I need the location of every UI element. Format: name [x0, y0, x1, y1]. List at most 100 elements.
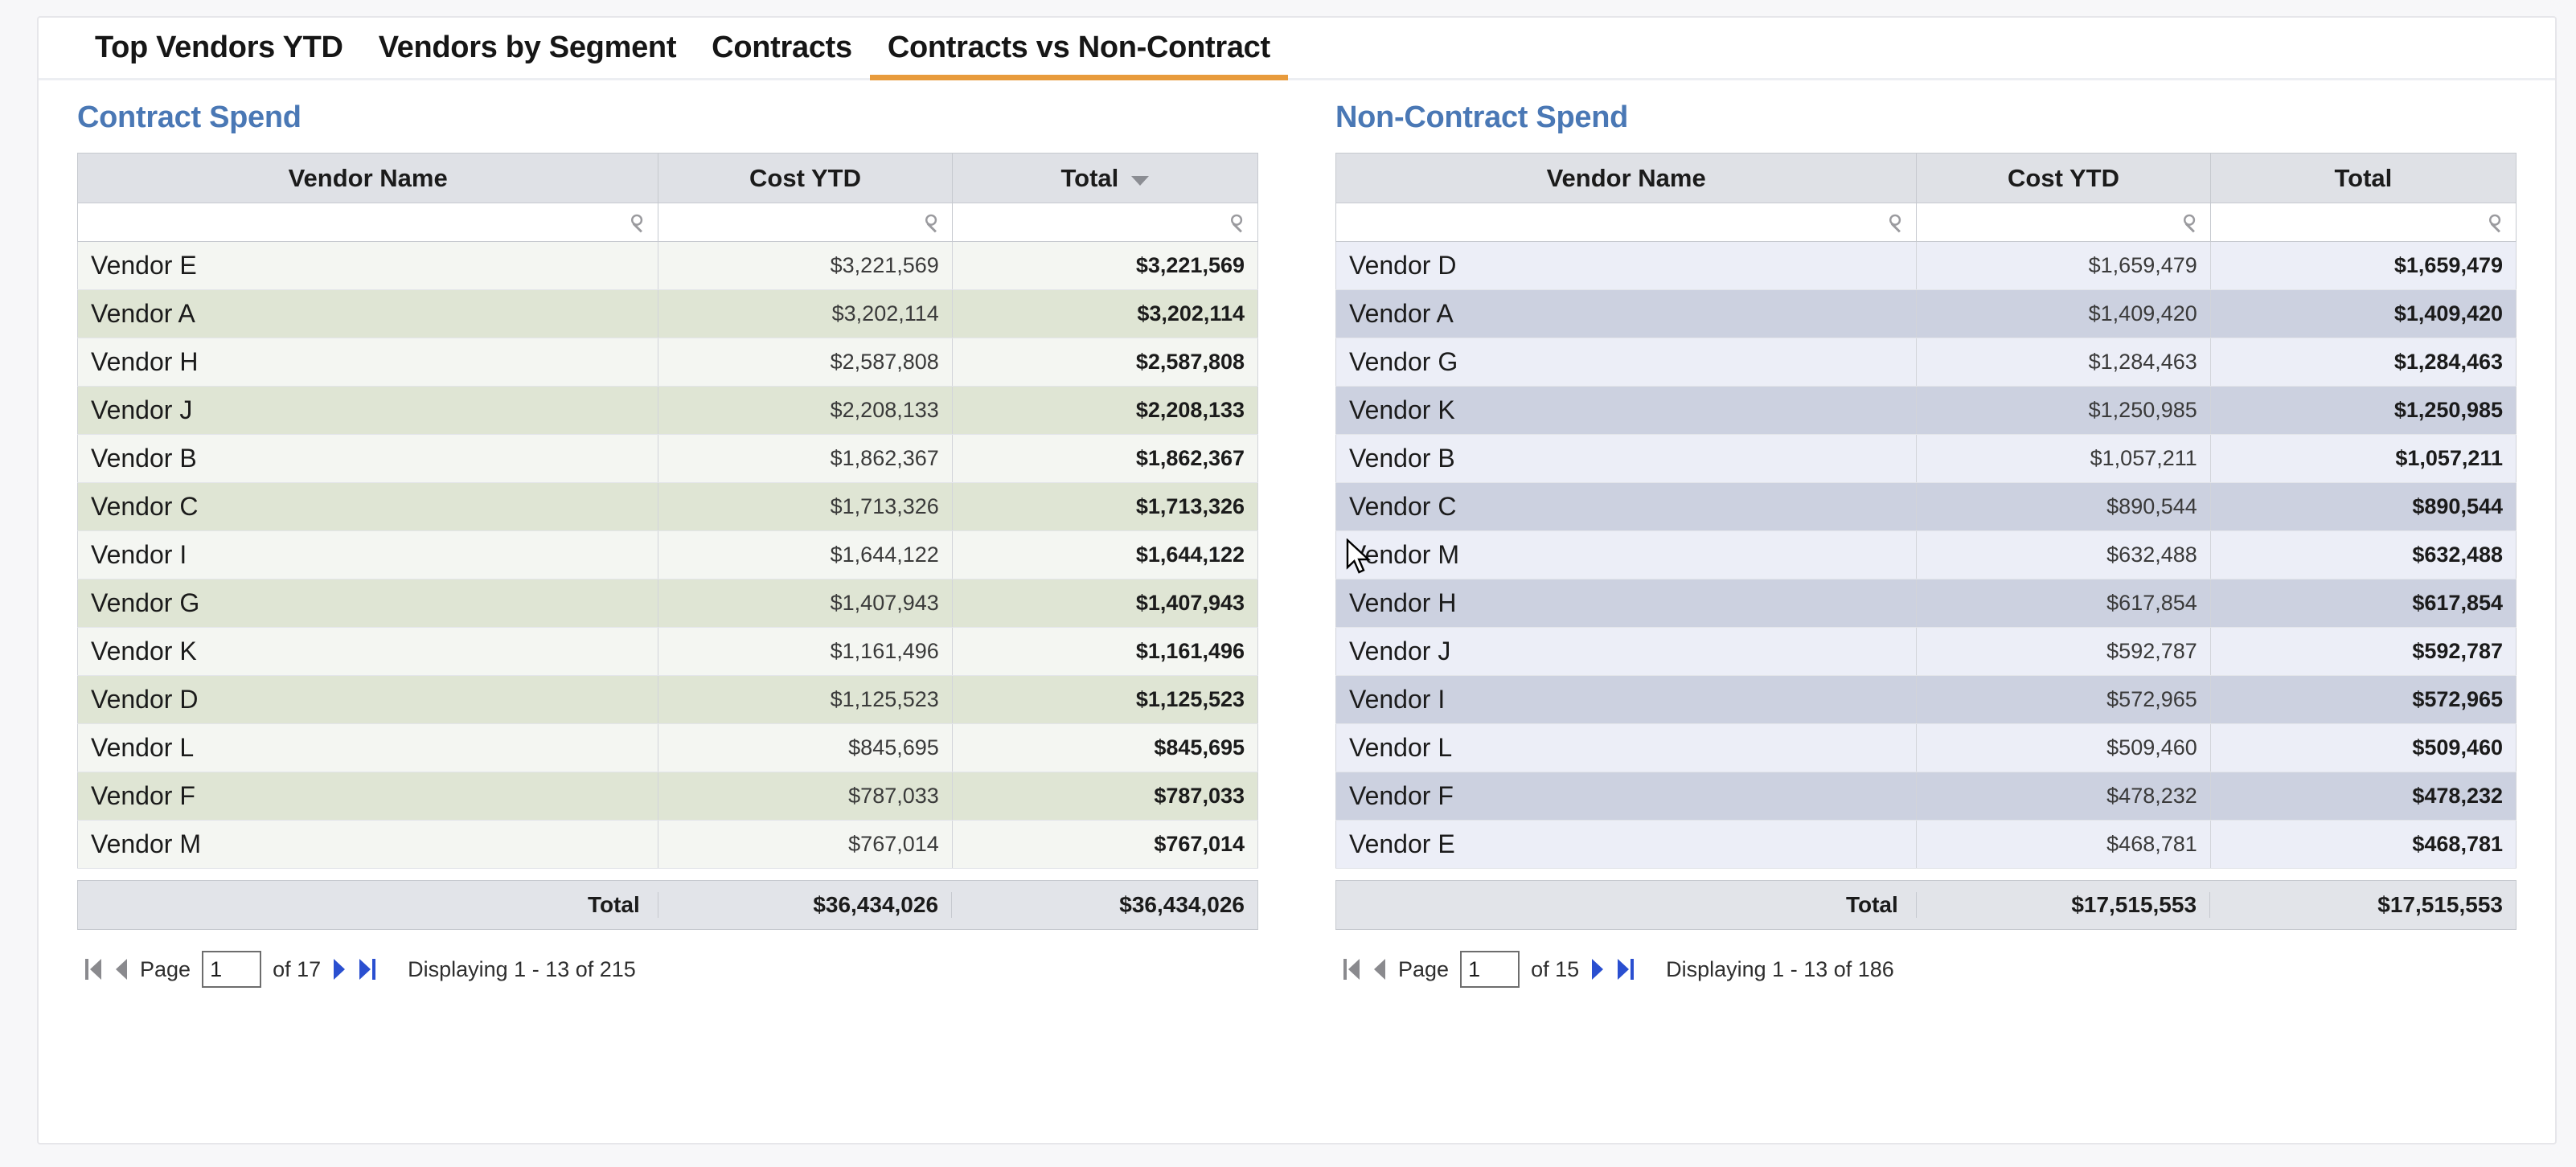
table-row[interactable]: Vendor M $767,014 $767,014 [76, 820, 1259, 869]
pager-page-label: Page [140, 956, 191, 981]
table-row[interactable]: Vendor K $1,250,985 $1,250,985 [1335, 386, 2517, 435]
cell-cost-ytd: $1,407,943 [658, 579, 953, 628]
table-row[interactable]: Vendor H $2,587,808 $2,587,808 [76, 338, 1259, 387]
table-row[interactable]: Vendor J $592,787 $592,787 [1335, 627, 2517, 676]
cell-vendor-name: Vendor F [76, 772, 659, 821]
column-header-cost[interactable]: Cost YTD [658, 153, 953, 203]
table-row[interactable]: Vendor L $509,460 $509,460 [1335, 723, 2517, 772]
pager-prev-button[interactable] [1372, 957, 1387, 981]
table-row[interactable]: Vendor J $2,208,133 $2,208,133 [76, 386, 1259, 435]
search-icon [1231, 214, 1243, 233]
pager-next-button[interactable] [332, 957, 347, 981]
pager-last-button[interactable] [1616, 957, 1635, 981]
cell-total: $3,221,569 [951, 241, 1259, 290]
table-row[interactable]: Vendor E $3,221,569 $3,221,569 [76, 241, 1259, 290]
filter-cell-cost[interactable] [658, 203, 953, 242]
filter-cell-cost[interactable] [1916, 203, 2211, 242]
cell-total: $2,208,133 [951, 386, 1259, 435]
cell-vendor-name: Vendor G [76, 579, 659, 628]
table-row[interactable]: Vendor G $1,407,943 $1,407,943 [76, 579, 1259, 628]
tab-contracts[interactable]: Contracts [694, 31, 870, 78]
table-row[interactable]: Vendor E $468,781 $468,781 [1335, 820, 2517, 869]
cell-cost-ytd: $478,232 [1916, 772, 2211, 821]
pager-displaying-text: Displaying 1 - 13 of 186 [1666, 956, 1894, 981]
search-icon [1889, 214, 1901, 233]
cell-vendor-name: Vendor G [1335, 338, 1918, 387]
table-row[interactable]: Vendor C $890,544 $890,544 [1335, 482, 2517, 531]
table-row[interactable]: Vendor F $787,033 $787,033 [76, 772, 1259, 821]
table-row[interactable]: Vendor B $1,862,367 $1,862,367 [76, 434, 1259, 483]
cell-vendor-name: Vendor K [76, 627, 659, 676]
cell-vendor-name: Vendor F [1335, 772, 1918, 821]
cell-total: $890,544 [2209, 482, 2517, 531]
tab-top-vendors-ytd[interactable]: Top Vendors YTD [77, 31, 361, 78]
cell-cost-ytd: $1,713,326 [658, 482, 953, 531]
cell-vendor-name: Vendor H [76, 338, 659, 387]
cell-total: $617,854 [2209, 579, 2517, 628]
table-row[interactable]: Vendor M $632,488 $632,488 [1335, 530, 2517, 579]
tab-vendors-by-segment[interactable]: Vendors by Segment [361, 31, 694, 78]
tab-contracts-vs-non-contract[interactable]: Contracts vs Non-Contract [869, 31, 1288, 80]
cell-total: $1,862,367 [951, 434, 1259, 483]
pager-first-button[interactable] [1343, 957, 1361, 981]
column-header-name[interactable]: Vendor Name [1335, 153, 1918, 203]
cell-total: $1,409,420 [2209, 289, 2517, 338]
table-row[interactable]: Vendor B $1,057,211 $1,057,211 [1335, 434, 2517, 483]
cell-total: $1,644,122 [951, 530, 1259, 579]
cell-cost-ytd: $787,033 [658, 772, 953, 821]
column-header-label: Cost YTD [749, 163, 861, 192]
cell-vendor-name: Vendor I [76, 530, 659, 579]
column-header-total[interactable]: Total [2209, 153, 2517, 203]
table-row[interactable]: Vendor D $1,659,479 $1,659,479 [1335, 241, 2517, 290]
cell-cost-ytd: $2,587,808 [658, 338, 953, 387]
cell-total: $1,407,943 [951, 579, 1259, 628]
pager-page-input[interactable] [202, 951, 262, 988]
column-header-name[interactable]: Vendor Name [76, 153, 659, 203]
table-row[interactable]: Vendor A $1,409,420 $1,409,420 [1335, 289, 2517, 338]
cell-cost-ytd: $845,695 [658, 723, 953, 772]
search-icon [631, 214, 643, 233]
cell-cost-ytd: $509,460 [1916, 723, 2211, 772]
cell-vendor-name: Vendor A [76, 289, 659, 338]
table-row[interactable]: Vendor A $3,202,114 $3,202,114 [76, 289, 1259, 338]
filter-cell-total[interactable] [2209, 203, 2517, 242]
cell-total: $592,787 [2209, 627, 2517, 676]
pager-first-button[interactable] [85, 957, 103, 981]
cell-vendor-name: Vendor B [76, 434, 659, 483]
table-row[interactable]: Vendor F $478,232 $478,232 [1335, 772, 2517, 821]
column-header-cost[interactable]: Cost YTD [1916, 153, 2211, 203]
dashboard-panel: Top Vendors YTD Vendors by Segment Contrac… [37, 16, 2557, 1144]
filter-cell-total[interactable] [951, 203, 1259, 242]
cell-cost-ytd: $3,221,569 [658, 241, 953, 290]
cell-total: $767,014 [951, 820, 1259, 869]
table-header-row: Vendor Name Cost YTD Total [1335, 153, 2517, 203]
filter-cell-name[interactable] [76, 203, 659, 242]
table-row[interactable]: Vendor K $1,161,496 $1,161,496 [76, 627, 1259, 676]
pager-last-button[interactable] [358, 957, 376, 981]
grid-noncontract: Non-Contract Spend Vendor Name Cost YTD Tot… [1297, 83, 2555, 1143]
grid-container: Contract Spend Vendor Name Cost YTD Total Ve… [39, 83, 2555, 1143]
pager-of-label: of 15 [1531, 956, 1580, 981]
column-header-total[interactable]: Total [951, 153, 1259, 203]
pager-prev-button[interactable] [114, 957, 129, 981]
table-row[interactable]: Vendor C $1,713,326 $1,713,326 [76, 482, 1259, 531]
cell-cost-ytd: $592,787 [1916, 627, 2211, 676]
cell-total: $1,057,211 [2209, 434, 2517, 483]
pager-displaying-text: Displaying 1 - 13 of 215 [408, 956, 636, 981]
table-row[interactable]: Vendor I $1,644,122 $1,644,122 [76, 530, 1259, 579]
cell-vendor-name: Vendor C [76, 482, 659, 531]
table-row[interactable]: Vendor I $572,965 $572,965 [1335, 675, 2517, 724]
cell-cost-ytd: $1,057,211 [1916, 434, 2211, 483]
cell-cost-ytd: $617,854 [1916, 579, 2211, 628]
filter-cell-name[interactable] [1335, 203, 1918, 242]
pager-page-input[interactable] [1460, 951, 1520, 988]
table-row[interactable]: Vendor G $1,284,463 $1,284,463 [1335, 338, 2517, 387]
pager-next-button[interactable] [1590, 957, 1605, 981]
cell-total: $2,587,808 [951, 338, 1259, 387]
table-row[interactable]: Vendor L $845,695 $845,695 [76, 723, 1259, 772]
pager-contract: Page of 17 Displaying 1 - 13 of 215 [77, 951, 1258, 988]
table-row[interactable]: Vendor H $617,854 $617,854 [1335, 579, 2517, 628]
cell-vendor-name: Vendor D [1335, 241, 1918, 290]
cell-total: $632,488 [2209, 530, 2517, 579]
table-row[interactable]: Vendor D $1,125,523 $1,125,523 [76, 675, 1259, 724]
